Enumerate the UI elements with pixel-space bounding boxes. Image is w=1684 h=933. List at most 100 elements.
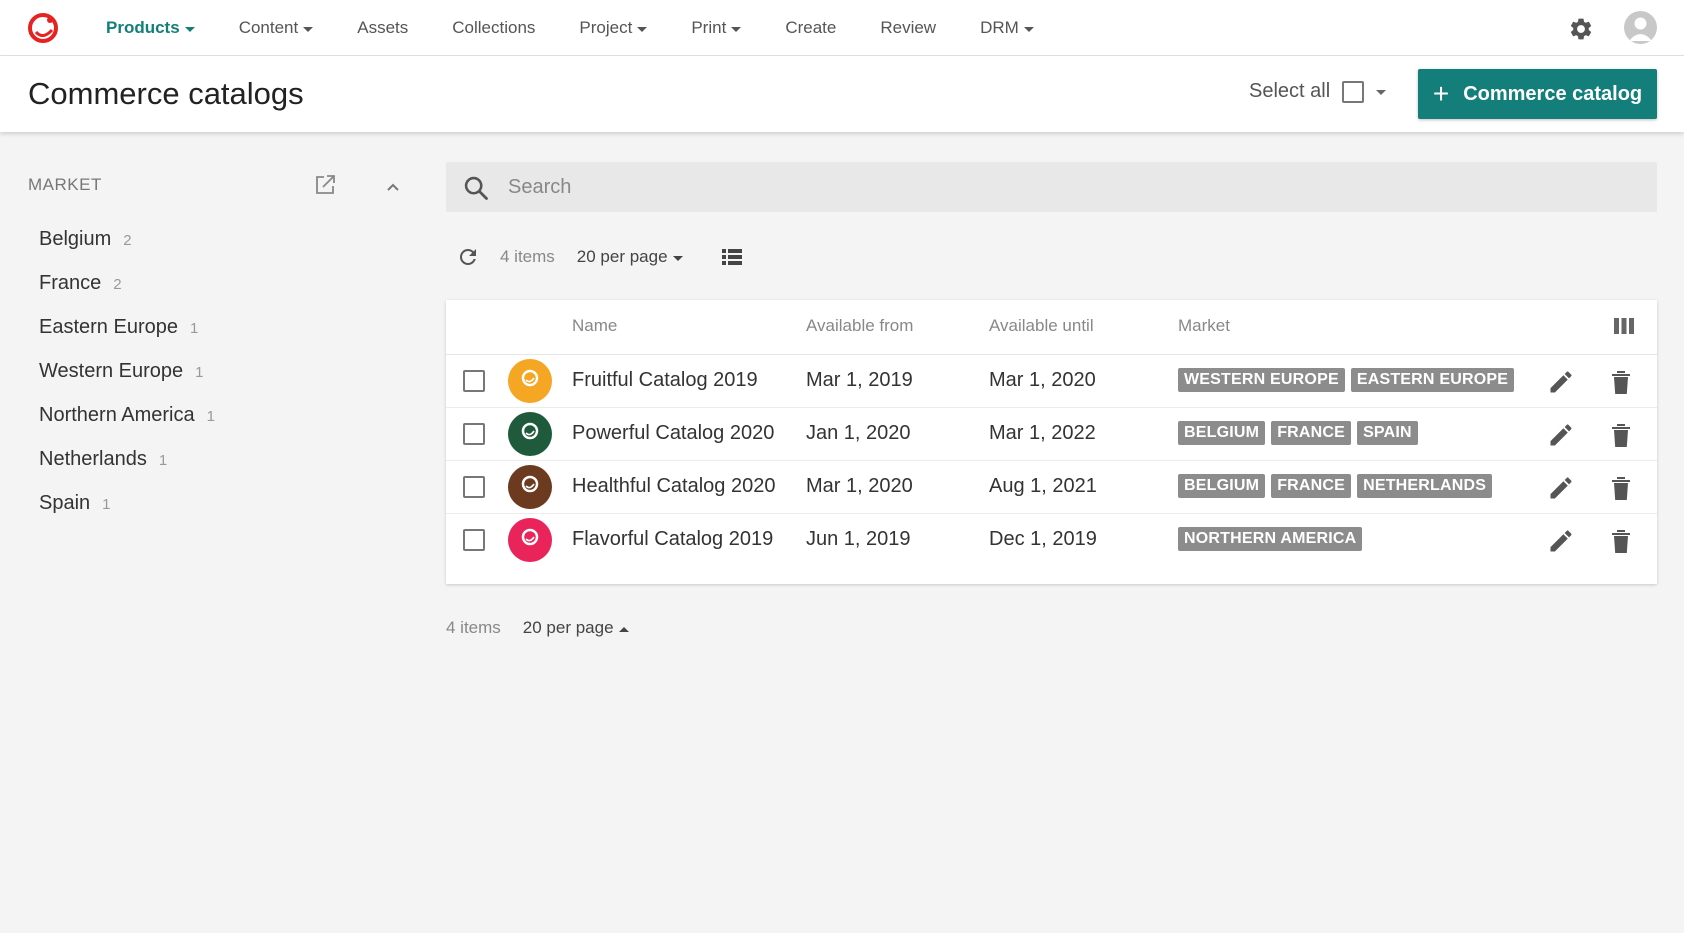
- market-tags: WESTERN EUROPE EASTERN EUROPE: [1178, 368, 1520, 392]
- row-checkbox[interactable]: [463, 529, 485, 551]
- available-from: Mar 1, 2019: [806, 369, 913, 391]
- pagination-footer: 4 items 20 per page: [446, 616, 629, 640]
- market-tag: SPAIN: [1357, 421, 1418, 445]
- delete-icon[interactable]: [1609, 474, 1633, 502]
- facet-item-northern-america[interactable]: Northern America 1: [39, 404, 215, 448]
- facet-label: Netherlands: [39, 448, 147, 470]
- nav-item-label: Create: [785, 18, 837, 37]
- nav-item-label: Assets: [357, 18, 409, 37]
- facet-item-western-europe[interactable]: Western Europe 1: [39, 360, 215, 404]
- user-avatar-icon[interactable]: [1624, 11, 1657, 44]
- nav-item-print[interactable]: Print: [669, 0, 763, 56]
- column-header-market[interactable]: Market: [1178, 316, 1230, 336]
- row-checkbox[interactable]: [463, 423, 485, 445]
- facet-count: 1: [195, 364, 204, 381]
- facet-item-netherlands[interactable]: Netherlands 1: [39, 448, 215, 492]
- edit-icon[interactable]: [1547, 527, 1575, 555]
- table-row[interactable]: Flavorful Catalog 2019 Jun 1, 2019 Dec 1, …: [446, 514, 1657, 567]
- refresh-icon[interactable]: [456, 245, 480, 269]
- facet-count: 1: [158, 452, 168, 469]
- row-checkbox[interactable]: [463, 476, 485, 498]
- items-count: 4 items: [500, 247, 555, 266]
- facet-item-france[interactable]: France 2: [39, 272, 215, 316]
- market-facet-list: Belgium 2 France 2 Eastern Europe 1 Western Eu…: [39, 228, 215, 536]
- chevron-down-icon: [637, 26, 648, 32]
- nav-item-label: Content: [238, 18, 299, 37]
- catalog-name[interactable]: Flavorful Catalog 2019: [572, 528, 773, 551]
- chevron-up-icon: [618, 626, 629, 632]
- row-checkbox[interactable]: [463, 370, 485, 392]
- catalog-name[interactable]: Healthful Catalog 2020: [572, 475, 775, 498]
- facet-label: Spain: [39, 492, 91, 514]
- select-all-control[interactable]: Select all: [1249, 80, 1387, 103]
- chevron-down-icon: [303, 26, 314, 32]
- facet-item-belgium[interactable]: Belgium 2: [39, 228, 215, 272]
- column-header-available-until[interactable]: Available until: [989, 316, 1094, 336]
- catalog-thumbnail[interactable]: [508, 359, 552, 403]
- nav-item-label: DRM: [980, 18, 1019, 37]
- logo-icon[interactable]: [26, 10, 62, 46]
- add-commerce-catalog-button[interactable]: + Commerce catalog: [1418, 69, 1657, 119]
- market-tag: BELGIUM: [1178, 474, 1266, 498]
- nav-item-label: Collections: [452, 18, 536, 37]
- nav-item-drm[interactable]: DRM: [958, 0, 1056, 56]
- gear-icon[interactable]: [1568, 16, 1594, 42]
- nav-item-project[interactable]: Project: [557, 0, 669, 56]
- available-from: Mar 1, 2020: [806, 475, 913, 497]
- nav-item-review[interactable]: Review: [858, 0, 958, 56]
- catalog-thumbnail[interactable]: [508, 518, 552, 562]
- per-page-dropdown[interactable]: 20 per page: [577, 247, 683, 267]
- market-tags: BELGIUM FRANCE NETHERLANDS: [1178, 474, 1498, 498]
- facet-label: Eastern Europe: [39, 316, 178, 338]
- chevron-down-icon: [672, 255, 683, 261]
- catalog-thumbnail[interactable]: [508, 412, 552, 456]
- chevron-up-icon[interactable]: [381, 175, 405, 199]
- edit-icon[interactable]: [1547, 474, 1575, 502]
- per-page-dropdown[interactable]: 20 per page: [523, 618, 629, 638]
- available-until: Mar 1, 2020: [989, 369, 1096, 391]
- available-from: Jan 1, 2020: [806, 422, 911, 444]
- nav-item-create[interactable]: Create: [763, 0, 858, 56]
- nav-item-collections[interactable]: Collections: [430, 0, 557, 56]
- table-row[interactable]: Fruitful Catalog 2019 Mar 1, 2019 Mar 1, 2…: [446, 355, 1657, 408]
- table-row[interactable]: Healthful Catalog 2020 Mar 1, 2020 Aug 1, …: [446, 461, 1657, 514]
- nav-item-products[interactable]: Products: [84, 0, 217, 56]
- available-until: Mar 1, 2022: [989, 422, 1096, 444]
- market-facet-header: MARKET: [28, 175, 408, 199]
- table-row[interactable]: Powerful Catalog 2020 Jan 1, 2020 Mar 1, 2…: [446, 408, 1657, 461]
- facet-item-spain[interactable]: Spain 1: [39, 492, 215, 536]
- nav-item-label: Project: [579, 18, 633, 37]
- delete-icon[interactable]: [1609, 527, 1633, 555]
- market-tag: NETHERLANDS: [1357, 474, 1493, 498]
- columns-icon[interactable]: [1613, 316, 1635, 336]
- edit-icon[interactable]: [1547, 421, 1575, 449]
- select-all-checkbox[interactable]: [1342, 80, 1365, 103]
- facet-count: 2: [123, 232, 132, 249]
- market-tag: FRANCE: [1271, 474, 1352, 498]
- market-tags: BELGIUM FRANCE SPAIN: [1178, 421, 1424, 445]
- market-tag: WESTERN EUROPE: [1178, 368, 1345, 392]
- delete-icon[interactable]: [1609, 421, 1633, 449]
- facet-count: 2: [113, 276, 122, 293]
- select-all-label: Select all: [1249, 80, 1331, 102]
- open-in-new-icon[interactable]: [313, 173, 337, 197]
- market-tag: BELGIUM: [1178, 421, 1266, 445]
- facet-label: Western Europe: [39, 360, 184, 382]
- per-page-label: 20 per page: [522, 618, 614, 637]
- edit-icon[interactable]: [1547, 368, 1575, 396]
- catalog-thumbnail[interactable]: [508, 465, 552, 509]
- catalog-name[interactable]: Fruitful Catalog 2019: [572, 369, 758, 392]
- search-input[interactable]: [508, 162, 1638, 212]
- delete-icon[interactable]: [1609, 368, 1633, 396]
- facet-count: 1: [189, 320, 199, 337]
- nav-item-content[interactable]: Content: [217, 0, 336, 56]
- nav-item-assets[interactable]: Assets: [335, 0, 430, 56]
- facet-item-eastern-europe[interactable]: Eastern Europe 1: [39, 316, 215, 360]
- nav-item-label: Products: [106, 18, 180, 37]
- chevron-down-icon[interactable]: [1376, 90, 1387, 95]
- list-view-icon[interactable]: [721, 246, 743, 268]
- column-header-available-from[interactable]: Available from: [806, 316, 913, 336]
- column-header-name[interactable]: Name: [572, 316, 617, 336]
- catalog-name[interactable]: Powerful Catalog 2020: [572, 422, 774, 445]
- results-toolbar: 4 items 20 per page: [456, 243, 743, 271]
